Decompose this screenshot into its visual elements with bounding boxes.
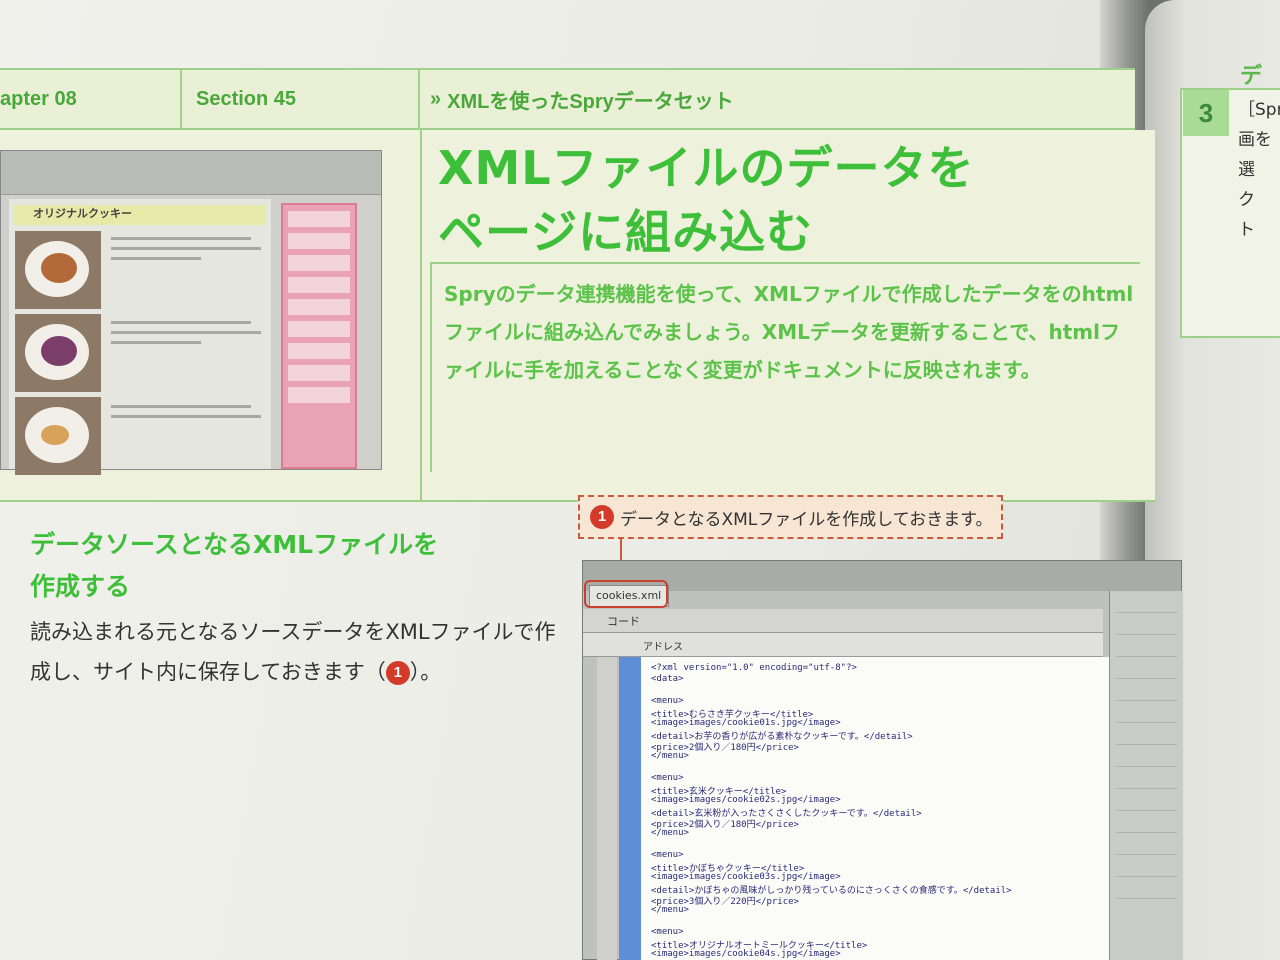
right-page-line: ［Spr [1238, 100, 1280, 120]
header-divider [418, 70, 420, 130]
topic-text: XMLを使ったSpryデータセット [447, 90, 734, 113]
code-view-button[interactable]: コード [607, 613, 640, 629]
code-line: </menu> [651, 751, 689, 761]
right-page-line: 選 [1238, 160, 1255, 180]
address-bar[interactable]: アドレス [583, 633, 1103, 657]
line-number-gutter [619, 657, 641, 960]
cookie-sidebar [281, 203, 357, 469]
description-text: Spryのデータ連携機能を使って、XMLファイルで作成したデータをのhtmlファ… [444, 282, 1134, 382]
right-page-text: ［Spr 画を 選 ク ト [1238, 95, 1280, 245]
code-line: </menu> [651, 905, 689, 915]
cookie-photo [15, 397, 101, 475]
body-text: 読み込まれる元となるソースデータをXMLファイルで作成し、サイト内に保存しておき… [30, 620, 556, 684]
topic-label: » XMLを使ったSpryデータセット [430, 70, 734, 128]
file-tab-highlight [584, 580, 668, 608]
browser-toolbar [1, 151, 381, 195]
code-area[interactable]: <?xml version="1.0" encoding="utf-8"?> <d… [641, 657, 1109, 960]
right-page-line: ト [1238, 220, 1255, 240]
chapter-label: apter 08 [0, 87, 77, 110]
callout-note: 1 データとなるXMLファイルを作成しておきます。 [578, 495, 1003, 539]
address-label: アドレス [643, 642, 683, 653]
right-page-line: ク [1238, 190, 1255, 210]
code-line: <image>images/cookie04s.jpg</image> [651, 949, 841, 959]
editor-tabbar [583, 561, 1181, 591]
cookie-photo [15, 231, 101, 309]
title-line: ページに組み込む [438, 205, 814, 259]
result-screenshot: オリジナルクッキー [0, 150, 382, 475]
section-body: 読み込まれる元となるソースデータをXMLファイルで作成し、サイト内に保存しておき… [30, 612, 570, 692]
body-text-end: ）。 [409, 660, 442, 684]
code-line: <data> [651, 674, 684, 684]
title-line: XMLファイルのデータを [438, 141, 975, 195]
section-heading-line: データソースとなるXMLファイルを [30, 530, 439, 559]
cookie-photo [15, 314, 101, 392]
double-chevron-icon: » [430, 87, 442, 110]
right-page-step-number: 3 [1183, 90, 1229, 136]
section-label: Section 45 [196, 87, 297, 110]
code-editor-screenshot: cookies.xml コード アドレス <?xml version="1.0"… [582, 560, 1183, 960]
callout-number-badge: 1 [590, 505, 614, 529]
code-line: </menu> [651, 828, 689, 838]
files-panel [1109, 591, 1183, 960]
step-number-badge: 1 [385, 661, 410, 685]
band-divider [420, 130, 422, 502]
section-heading-line: 作成する [30, 572, 131, 601]
section-heading: データソースとなるXMLファイルを 作成する [30, 524, 438, 608]
editor-tool-column [597, 657, 617, 960]
right-page-line: 画を [1238, 130, 1272, 150]
chapter-header: apter 08 Section 45 » XMLを使ったSpryデータセット [0, 68, 1135, 130]
editor-toolbar: コード [583, 609, 1103, 633]
header-divider [180, 70, 182, 130]
page-title: XMLファイルのデータを ページに組み込む [438, 136, 975, 264]
cookie-list-heading: オリジナルクッキー [13, 205, 265, 225]
callout-text: データとなるXMLファイルを作成しておきます。 [620, 509, 993, 530]
